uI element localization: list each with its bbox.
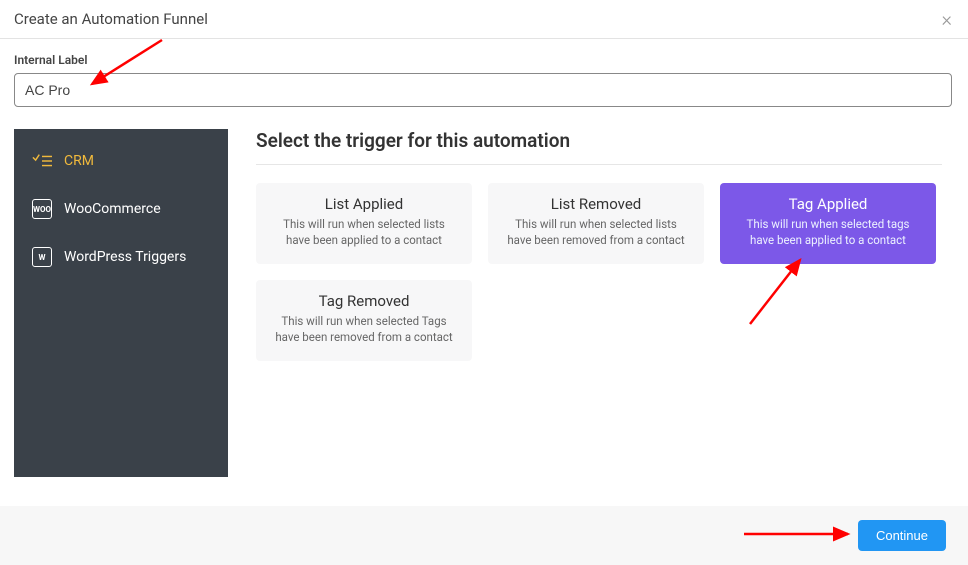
body-section: Internal Label CRM WOO WooCommerce (0, 39, 968, 477)
card-desc: This will run when selected lists have b… (270, 217, 458, 248)
trigger-card-tag-applied[interactable]: Tag Applied This will run when selected … (720, 183, 936, 264)
sidebar-item-woocommerce[interactable]: WOO WooCommerce (14, 185, 228, 233)
trigger-card-tag-removed[interactable]: Tag Removed This will run when selected … (256, 280, 472, 361)
trigger-card-list-removed[interactable]: List Removed This will run when selected… (488, 183, 704, 264)
card-title: Tag Applied (734, 195, 922, 213)
woo-icon: WOO (32, 199, 52, 219)
content-heading: Select the trigger for this automation (256, 129, 942, 165)
internal-label-input[interactable] (14, 73, 952, 107)
card-title: List Applied (270, 195, 458, 213)
sidebar-item-label: CRM (64, 153, 94, 169)
content-area: Select the trigger for this automation L… (228, 129, 952, 477)
card-desc: This will run when selected Tags have be… (270, 314, 458, 345)
sidebar-item-crm[interactable]: CRM (14, 137, 228, 185)
card-title: Tag Removed (270, 292, 458, 310)
close-icon[interactable]: × (942, 9, 952, 29)
card-desc: This will run when selected lists have b… (502, 217, 690, 248)
sidebar-item-label: WordPress Triggers (64, 249, 186, 265)
sidebar-item-label: WooCommerce (64, 201, 161, 217)
trigger-card-list-applied[interactable]: List Applied This will run when selected… (256, 183, 472, 264)
modal-title: Create an Automation Funnel (14, 10, 208, 28)
card-title: List Removed (502, 195, 690, 213)
trigger-category-sidebar: CRM WOO WooCommerce W WordPress Triggers (14, 129, 228, 477)
wordpress-icon: W (32, 247, 52, 267)
continue-button[interactable]: Continue (858, 520, 946, 551)
modal-footer: Continue (0, 506, 968, 565)
card-desc: This will run when selected tags have be… (734, 217, 922, 248)
internal-label-caption: Internal Label (14, 53, 952, 67)
sidebar-item-wordpress[interactable]: W WordPress Triggers (14, 233, 228, 281)
modal-header: Create an Automation Funnel × (0, 0, 968, 39)
trigger-cards: List Applied This will run when selected… (256, 183, 942, 361)
main-row: CRM WOO WooCommerce W WordPress Triggers… (14, 129, 952, 477)
check-list-icon (32, 151, 52, 171)
